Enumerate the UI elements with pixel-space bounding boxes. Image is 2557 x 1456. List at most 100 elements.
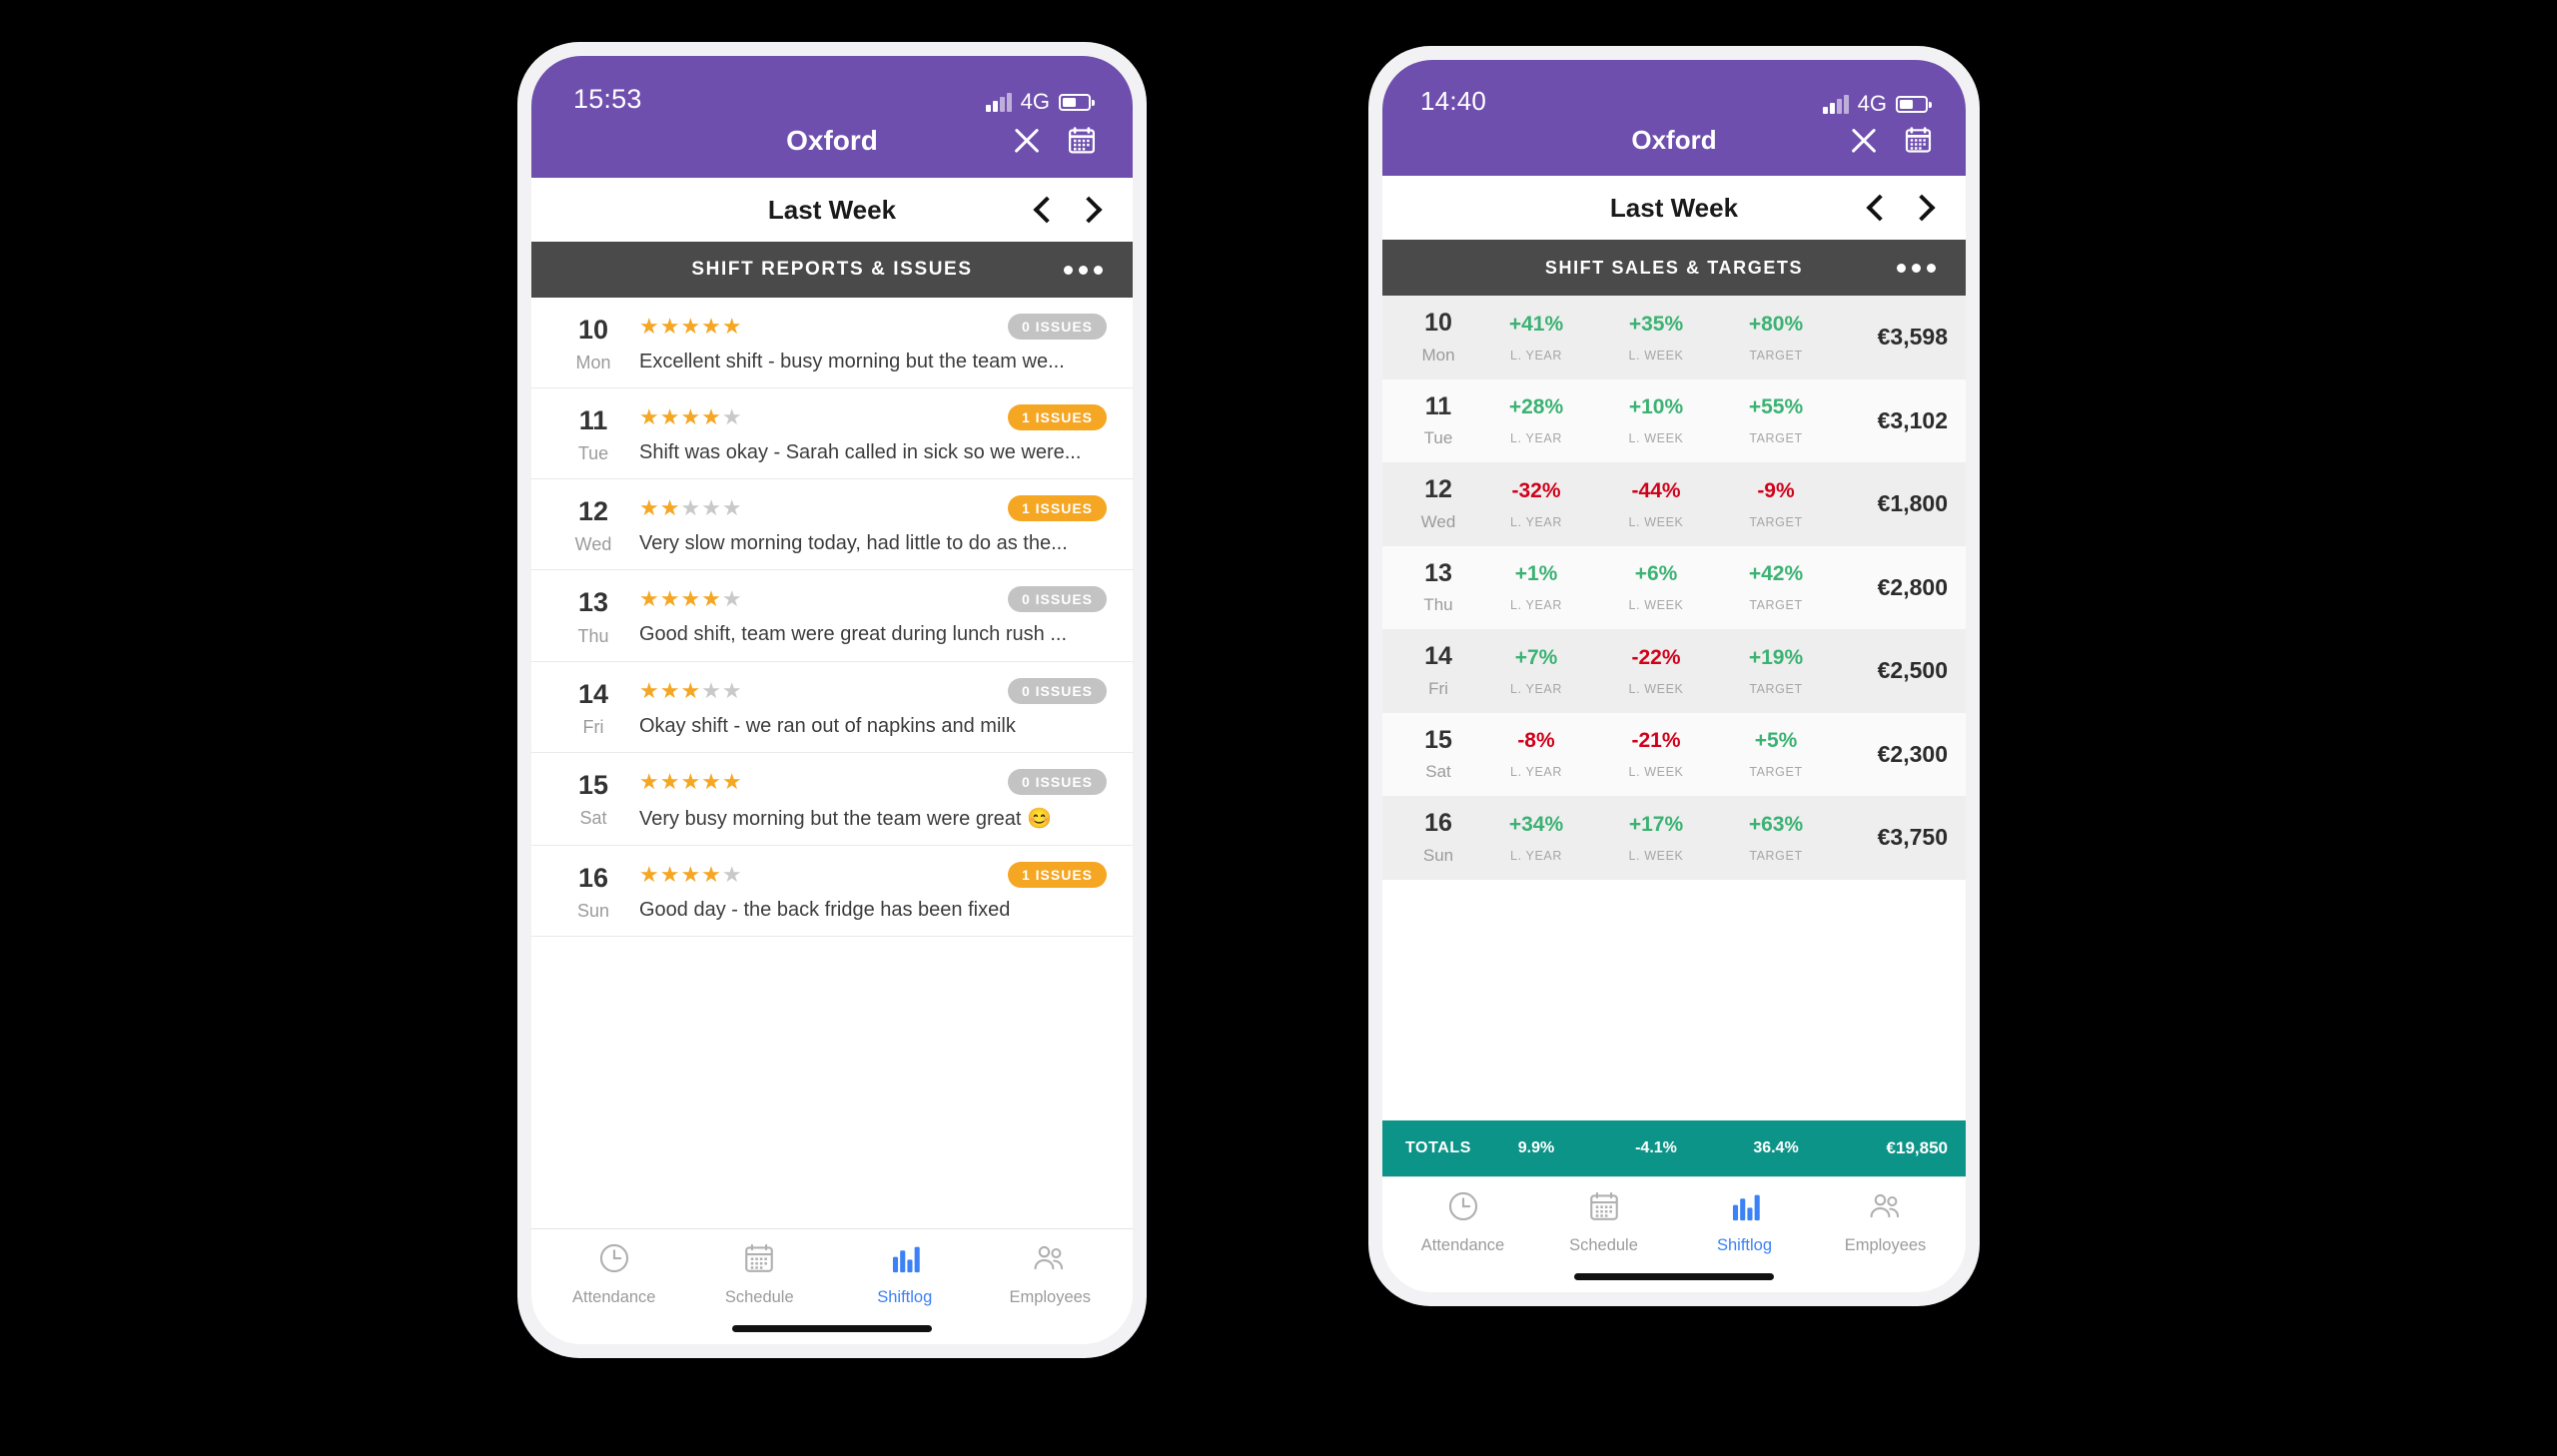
more-options-icon[interactable] xyxy=(1897,263,1936,273)
shift-report-row[interactable]: 14 Fri ★★★★★ 0 ISSUES Okay shift - we ran ou… xyxy=(531,662,1133,753)
shift-report-row[interactable]: 11 Tue ★★★★★ 1 ISSUES Shift was okay - Sarah… xyxy=(531,388,1133,480)
metric-last-year-label: L. YEAR xyxy=(1510,348,1562,363)
issues-badge[interactable]: 1 ISSUES xyxy=(1007,495,1107,522)
totals-bar: TOTALS 9.9% -4.1% 36.4% €19,850 xyxy=(1382,1120,1966,1176)
row-content: ★★★★★ 1 ISSUES Shift was okay - Sarah call… xyxy=(629,404,1107,464)
shift-sales-row[interactable]: 11 Tue +28% L. YEAR +10% L. WEEK +55% TARGET €3,… xyxy=(1382,378,1966,462)
totals-last-week: -4.1% xyxy=(1635,1139,1677,1156)
metric-last-year: -8% L. YEAR xyxy=(1476,729,1596,779)
issues-badge[interactable]: 0 ISSUES xyxy=(1007,314,1107,340)
metric-last-year-value: +28% xyxy=(1508,395,1564,419)
clock-icon xyxy=(597,1241,631,1280)
metric-target-label: TARGET xyxy=(1749,348,1803,363)
row-date: 16 Sun xyxy=(557,862,629,922)
issues-badge[interactable]: 1 ISSUES xyxy=(1007,404,1107,431)
tab-employees[interactable]: Employees xyxy=(978,1241,1124,1307)
issues-badge[interactable]: 0 ISSUES xyxy=(1007,677,1107,704)
metric-last-week: +10% L. WEEK xyxy=(1596,395,1716,445)
metric-last-year-value: -8% xyxy=(1517,729,1555,753)
issues-badge[interactable]: 0 ISSUES xyxy=(1007,768,1107,795)
tab-shiftlog[interactable]: Shiftlog xyxy=(1674,1189,1815,1255)
tab-attendance[interactable]: Attendance xyxy=(541,1241,687,1307)
week-selector: Last Week xyxy=(531,178,1133,242)
tab-label: Employees xyxy=(1009,1288,1092,1306)
tab-label: Attendance xyxy=(1420,1236,1505,1254)
metric-target-label: TARGET xyxy=(1749,514,1803,529)
nav-actions xyxy=(1013,125,1097,156)
metric-last-week-value: +6% xyxy=(1634,562,1678,586)
metric-last-week-label: L. WEEK xyxy=(1628,848,1684,863)
metric-target: +80% TARGET xyxy=(1716,313,1836,363)
row-sales-total: €2,800 xyxy=(1877,573,1948,600)
close-icon[interactable] xyxy=(1013,127,1041,155)
metric-last-week-value: +17% xyxy=(1628,812,1684,836)
row-date: 10 Mon xyxy=(557,314,629,373)
section-title: SHIFT REPORTS & ISSUES xyxy=(691,259,973,280)
metric-last-week-value: -22% xyxy=(1631,645,1681,669)
week-selector: Last Week xyxy=(1382,176,1966,240)
tab-shiftlog[interactable]: Shiftlog xyxy=(832,1241,978,1307)
week-arrows xyxy=(1037,197,1099,223)
row-sales-total: €1,800 xyxy=(1877,490,1948,517)
shift-report-row[interactable]: 12 Wed ★★★★★ 1 ISSUES Very slow morning toda… xyxy=(531,479,1133,571)
nav-bar: Oxford xyxy=(531,119,1133,178)
row-date: 12 Wed xyxy=(557,495,629,555)
shift-report-list: 10 Mon ★★★★★ 0 ISSUES Excellent shift - busy… xyxy=(531,298,1133,1228)
tab-employees[interactable]: Employees xyxy=(1815,1189,1956,1255)
calendar-icon[interactable] xyxy=(1067,125,1097,156)
home-indicator xyxy=(1382,1263,1966,1292)
row-date: 14 Fri xyxy=(557,678,629,738)
shift-sales-row[interactable]: 12 Wed -32% L. YEAR -44% L. WEEK -9% TARGET €1,8… xyxy=(1382,462,1966,546)
row-content: ★★★★★ 0 ISSUES Excellent shift - busy morn… xyxy=(629,314,1107,373)
row-date: 11 Tue xyxy=(557,404,629,464)
status-time: 14:40 xyxy=(1420,86,1487,116)
row-date-number: 15 xyxy=(577,769,609,800)
metric-target-value: +63% xyxy=(1748,812,1804,836)
issues-badge[interactable]: 0 ISSUES xyxy=(1007,586,1107,613)
chevron-left-icon[interactable] xyxy=(1870,195,1886,221)
shift-sales-row[interactable]: 13 Thu +1% L. YEAR +6% L. WEEK +42% TARGET €2,80… xyxy=(1382,545,1966,629)
shift-report-row[interactable]: 13 Thu ★★★★★ 0 ISSUES Good shift, team were … xyxy=(531,570,1133,662)
chevron-left-icon[interactable] xyxy=(1037,197,1053,223)
calendar-icon[interactable] xyxy=(1904,125,1934,156)
chevron-right-icon[interactable] xyxy=(1083,197,1099,223)
tab-attendance[interactable]: Attendance xyxy=(1392,1189,1533,1255)
section-title: SHIFT SALES & TARGETS xyxy=(1544,257,1804,278)
row-day-label: Tue xyxy=(1423,428,1453,447)
row-date-number: 10 xyxy=(577,315,609,345)
tab-label: Employees xyxy=(1844,1236,1927,1254)
section-header-shift-sales: SHIFT SALES & TARGETS xyxy=(1382,240,1966,296)
close-icon[interactable] xyxy=(1850,127,1878,155)
metric-last-year-label: L. YEAR xyxy=(1510,765,1562,780)
shift-report-row[interactable]: 16 Sun ★★★★★ 1 ISSUES Good day - the back fr… xyxy=(531,846,1133,937)
row-date-number: 13 xyxy=(1424,558,1452,587)
row-report-text: Very busy morning but the team were grea… xyxy=(639,807,1052,830)
week-arrows xyxy=(1870,195,1932,221)
row-top: ★★★★★ 0 ISSUES xyxy=(639,314,1107,340)
row-content: ★★★★★ 1 ISSUES Good day - the back fridge … xyxy=(629,861,1107,922)
row-day-label: Sat xyxy=(1425,762,1451,781)
shift-sales-row[interactable]: 14 Fri +7% L. YEAR -22% L. WEEK +19% TARGET €2,5… xyxy=(1382,629,1966,713)
shift-sales-row[interactable]: 15 Sat -8% L. YEAR -21% L. WEEK +5% TARGET €2,30… xyxy=(1382,712,1966,796)
tab-schedule[interactable]: Schedule xyxy=(687,1241,833,1307)
metric-last-week-label: L. WEEK xyxy=(1628,431,1684,446)
chevron-right-icon[interactable] xyxy=(1916,195,1932,221)
shift-report-row[interactable]: 15 Sat ★★★★★ 0 ISSUES Very busy morning but … xyxy=(531,753,1133,846)
row-day-label: Thu xyxy=(1423,595,1453,614)
shift-report-row[interactable]: 10 Mon ★★★★★ 0 ISSUES Excellent shift - busy… xyxy=(531,298,1133,389)
issues-badge[interactable]: 1 ISSUES xyxy=(1007,861,1107,888)
tab-label: Shiftlog xyxy=(877,1288,933,1306)
tab-schedule[interactable]: Schedule xyxy=(1533,1189,1674,1255)
row-date-number: 12 xyxy=(577,496,609,527)
more-options-icon[interactable] xyxy=(1064,265,1103,275)
row-date: 13 Thu xyxy=(1400,558,1476,616)
metric-last-week-label: L. WEEK xyxy=(1628,765,1684,780)
status-time: 15:53 xyxy=(573,84,642,114)
shift-sales-row[interactable]: 16 Sun +34% L. YEAR +17% L. WEEK +63% TARGET €3,… xyxy=(1382,796,1966,880)
metric-last-year: +28% L. YEAR xyxy=(1476,395,1596,445)
shift-sales-row[interactable]: 10 Mon +41% L. YEAR +35% L. WEEK +80% TARGET €3,… xyxy=(1382,296,1966,379)
row-top: ★★★★★ 0 ISSUES xyxy=(639,586,1107,613)
row-content: ★★★★★ 0 ISSUES Okay shift - we ran out of … xyxy=(629,677,1107,738)
metric-target-label: TARGET xyxy=(1749,681,1803,696)
metric-last-year-value: +7% xyxy=(1514,645,1558,669)
